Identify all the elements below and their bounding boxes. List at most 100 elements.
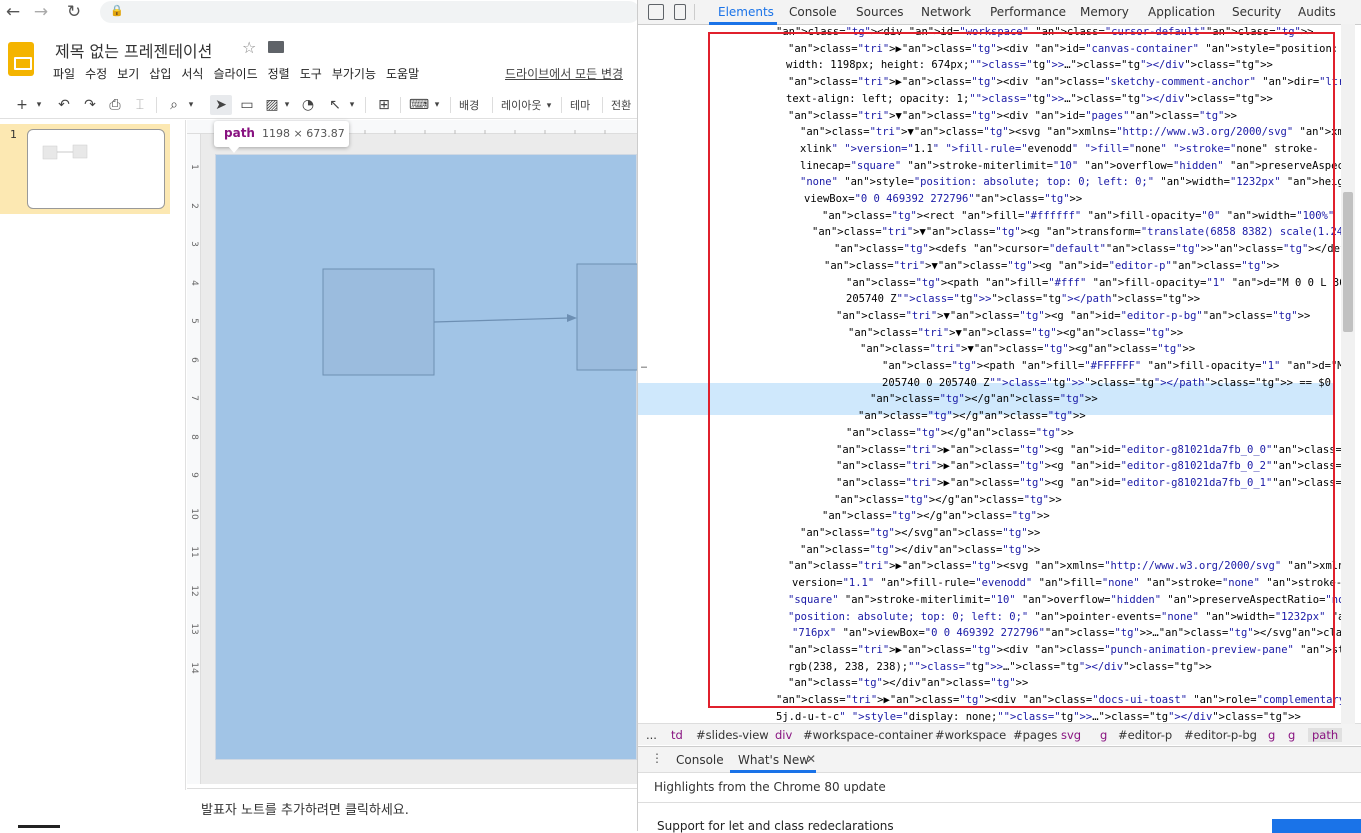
zoom-dropdown-icon[interactable]: ▾: [186, 95, 196, 115]
inspect-element-icon[interactable]: [648, 4, 664, 20]
drawer-tab-whats-new[interactable]: What's New: [738, 753, 809, 767]
menu-item[interactable]: 보기: [117, 65, 139, 82]
right-rectangle-shape[interactable]: [576, 263, 637, 371]
menu-item[interactable]: 슬라이드: [213, 65, 257, 82]
ruler-tick-label: 11: [189, 546, 199, 558]
breadcrumb-item[interactable]: g: [1100, 728, 1107, 742]
breadcrumb-item[interactable]: #workspace: [935, 728, 1006, 742]
menu-item[interactable]: 도움말: [386, 65, 419, 82]
drawer-tab-console[interactable]: Console: [676, 753, 724, 767]
slide-thumbnail[interactable]: [27, 129, 165, 209]
line-dropdown-icon[interactable]: ▾: [347, 95, 357, 115]
device-toggle-icon[interactable]: [674, 4, 686, 20]
transition-button[interactable]: 전환: [611, 97, 631, 113]
back-arrow-icon[interactable]: ←: [2, 2, 24, 22]
redo-icon[interactable]: ↷: [80, 95, 100, 115]
breadcrumb-item[interactable]: td: [671, 728, 683, 742]
tab-console[interactable]: Console: [789, 5, 837, 19]
connector-arrow[interactable]: [433, 317, 570, 323]
layout-button[interactable]: 레이아웃: [501, 97, 541, 113]
input-tools-dropdown-icon[interactable]: ▾: [432, 95, 442, 115]
toolbar-divider: [602, 97, 603, 113]
breadcrumb-item[interactable]: g: [1268, 728, 1275, 742]
dom-node-line[interactable]: 5j.d-u-t-c" ">style="display: none;"">cl…: [776, 709, 1346, 723]
menu-bar: 파일 수정 보기 삽입 서식 슬라이드 정렬 도구 부가기능 도움말: [53, 65, 429, 83]
tab-network[interactable]: Network: [921, 5, 971, 19]
tab-security[interactable]: Security: [1232, 5, 1281, 19]
menu-item[interactable]: 정렬: [268, 65, 290, 82]
tab-performance[interactable]: Performance: [990, 5, 1066, 19]
reload-icon[interactable]: ↻: [63, 2, 85, 22]
lock-icon: 🔒: [110, 4, 124, 17]
menu-item[interactable]: 파일: [53, 65, 75, 82]
tab-elements[interactable]: Elements: [718, 5, 774, 19]
toolbar-divider: [156, 97, 157, 113]
theme-button[interactable]: 테마: [570, 97, 590, 113]
line-icon[interactable]: ↖: [325, 95, 345, 115]
address-bar[interactable]: [100, 1, 637, 23]
undo-icon[interactable]: ↶: [54, 95, 74, 115]
breadcrumb-item[interactable]: #workspace-container: [803, 728, 933, 742]
annotation-highlight-box: [708, 32, 1335, 708]
tab-application[interactable]: Application: [1148, 5, 1215, 19]
elements-scrollbar[interactable]: [1341, 24, 1355, 724]
slides-logo[interactable]: [8, 42, 34, 76]
slide-filmstrip: 1: [0, 120, 186, 790]
select-cursor-icon[interactable]: ➤: [210, 95, 232, 115]
forward-arrow-icon[interactable]: →: [30, 2, 52, 22]
speaker-notes[interactable]: 발표자 노트를 추가하려면 클릭하세요.: [187, 788, 637, 831]
text-box-icon[interactable]: ▭: [237, 95, 257, 115]
scrollbar-thumb[interactable]: [1343, 192, 1353, 332]
bottom-indicator: [18, 825, 60, 828]
zoom-icon[interactable]: ⌕: [164, 95, 184, 115]
slide-thumbnail-preview: [42, 144, 88, 160]
drive-save-notice[interactable]: 드라이브에서 모든 변경: [505, 65, 623, 82]
layout-dropdown-icon[interactable]: ▾: [544, 96, 554, 116]
drawer-tabbar: ⋮ Console What's New ✕: [638, 746, 1361, 773]
highlights-heading: Highlights from the Chrome 80 update: [654, 780, 886, 794]
tab-memory[interactable]: Memory: [1080, 5, 1129, 19]
menu-item[interactable]: 도구: [300, 65, 322, 82]
menu-item[interactable]: 삽입: [149, 65, 171, 82]
slide-canvas[interactable]: [215, 154, 637, 760]
tab-divider: [694, 4, 695, 20]
paint-format-icon[interactable]: ⌶: [130, 95, 150, 115]
image-dropdown-icon[interactable]: ▾: [282, 95, 292, 115]
drawer-menu-icon[interactable]: ⋮: [651, 751, 663, 765]
image-icon[interactable]: ▨: [262, 95, 282, 115]
devtools-tabbar: Elements Console Sources Network Perform…: [638, 0, 1361, 25]
breadcrumb-item[interactable]: #editor-p: [1118, 728, 1172, 742]
breadcrumb-item[interactable]: g: [1288, 728, 1295, 742]
tab-audits[interactable]: Audits: [1298, 5, 1336, 19]
keyboard-icon[interactable]: ⌨: [408, 95, 430, 115]
breadcrumb-item[interactable]: #slides-view: [696, 728, 769, 742]
add-slide-dropdown-icon[interactable]: ▾: [34, 95, 44, 115]
breadcrumb-item[interactable]: div: [775, 728, 792, 742]
document-title[interactable]: 제목 없는 프레젠테이션: [55, 38, 212, 62]
vertical-ruler: 1 2 3 4 5 6 7 8 9 10 11 12 13 14: [187, 134, 201, 784]
breadcrumb-item[interactable]: #editor-p-bg: [1184, 728, 1257, 742]
breadcrumb-item[interactable]: ...: [646, 728, 657, 742]
tooltip-dimensions: 1198 × 673.87: [262, 127, 345, 140]
more-options-icon[interactable]: …: [641, 358, 647, 375]
menu-item[interactable]: 서식: [181, 65, 203, 82]
breadcrumb-item[interactable]: path: [1308, 728, 1343, 742]
breadcrumb-item[interactable]: svg: [1061, 728, 1081, 742]
shape-icon[interactable]: ◔: [298, 95, 318, 115]
ruler-tick-label: 5: [189, 318, 199, 324]
close-icon[interactable]: ✕: [806, 752, 816, 766]
print-icon[interactable]: ⎙: [105, 95, 125, 115]
star-icon[interactable]: ☆: [242, 38, 256, 57]
folder-icon[interactable]: [268, 41, 284, 53]
menu-item[interactable]: 수정: [85, 65, 107, 82]
browser-toolbar: ← → ↻ 🔒: [0, 0, 637, 26]
left-rectangle-shape[interactable]: [322, 268, 435, 376]
background-button[interactable]: 배경: [459, 97, 479, 113]
slides-app: ← → ↻ 🔒 제목 없는 프레젠테이션 ☆ 파일 수정 보기 삽입 서식 슬라이드 정렬 도…: [0, 0, 637, 831]
tab-sources[interactable]: Sources: [856, 5, 903, 19]
insert-comment-icon[interactable]: ⊞: [374, 95, 394, 115]
whats-new-content: Highlights from the Chrome 80 update Sup…: [638, 773, 1361, 833]
add-slide-icon[interactable]: +: [12, 95, 32, 115]
breadcrumb-item[interactable]: #pages: [1013, 728, 1057, 742]
menu-item[interactable]: 부가기능: [332, 65, 376, 82]
